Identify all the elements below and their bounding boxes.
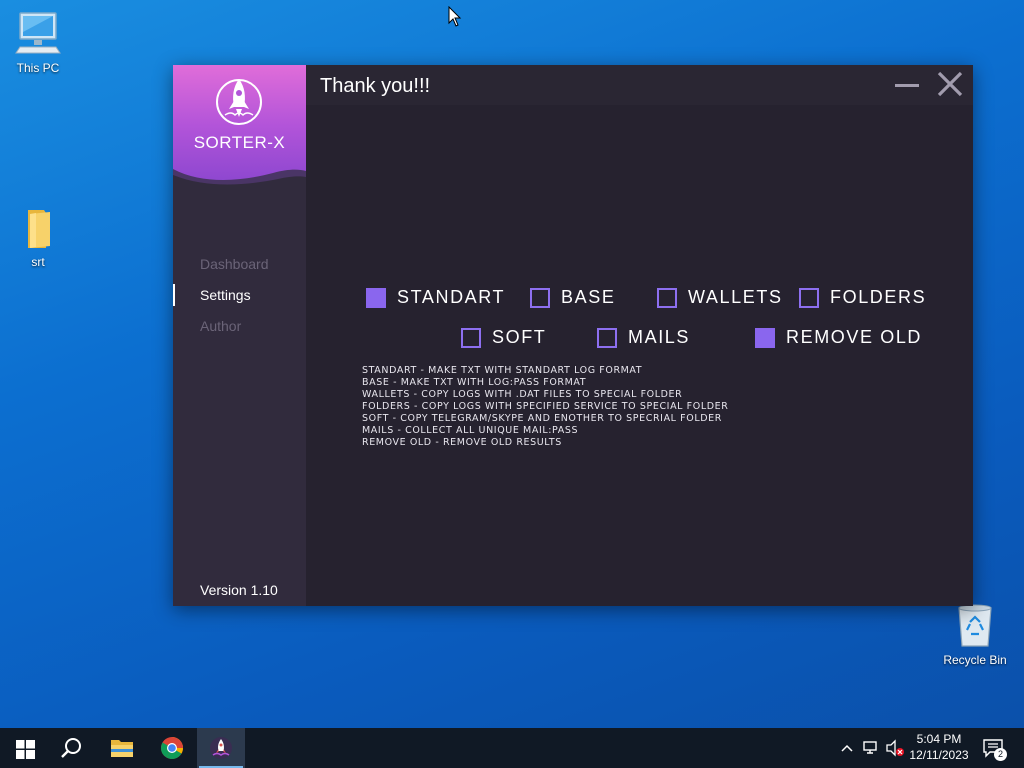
start-button[interactable]: [0, 728, 48, 768]
network-icon[interactable]: [862, 739, 880, 757]
checkbox-standart[interactable]: [366, 287, 386, 308]
windows-start-icon: [16, 740, 35, 759]
checkbox-base[interactable]: [530, 287, 550, 308]
checkbox-mails[interactable]: [597, 327, 617, 348]
clock[interactable]: 5:04 PM 12/11/2023: [909, 731, 969, 763]
checkbox-soft[interactable]: [461, 327, 481, 348]
search-icon: [61, 738, 81, 758]
taskbar-chrome[interactable]: [148, 728, 196, 768]
brand-name: SORTER-X: [193, 133, 286, 152]
file-explorer-icon: [111, 740, 133, 757]
option-base[interactable]: BASE: [530, 287, 615, 308]
sidebar-item-dashboard[interactable]: Dashboard: [200, 256, 269, 272]
description-line: MAILS - COLLECT ALL UNIQUE MAIL:PASS: [362, 425, 579, 436]
close-button[interactable]: [934, 71, 966, 99]
option-label: REMOVE OLD: [786, 327, 923, 347]
desktop-icon-label: Recycle Bin: [943, 653, 1007, 667]
options-description: STANDART - MAKE TXT WITH STANDART LOG FO…: [362, 365, 728, 449]
description-line: WALLETS - COPY LOGS WITH .DAT FILES TO S…: [362, 389, 683, 400]
option-mails[interactable]: MAILS: [597, 327, 690, 348]
minimize-button[interactable]: [892, 71, 924, 99]
desktop-icon-recycle-bin[interactable]: Recycle Bin: [943, 602, 1007, 667]
option-remove-old[interactable]: REMOVE OLD: [755, 327, 922, 348]
computer-icon: [15, 12, 61, 54]
recycle-bin-icon: [958, 604, 992, 647]
sidebar-item-author[interactable]: Author: [200, 318, 241, 334]
version-label: Version 1.10: [200, 582, 278, 598]
option-label: STANDART: [397, 287, 506, 307]
title-bar: Thank you!!!: [306, 65, 973, 105]
option-label: BASE: [561, 287, 616, 307]
option-label: MAILS: [628, 327, 691, 347]
folder-icon: [28, 210, 50, 248]
description-line: SOFT - COPY TELEGRAM/SKYPE AND ENOTHER T…: [362, 413, 722, 424]
desktop-icon-srt[interactable]: srt: [6, 208, 70, 269]
minimize-icon: [895, 84, 919, 87]
brand-wave-decoration: [173, 169, 306, 187]
desktop-icon-this-pc[interactable]: This PC: [6, 10, 70, 75]
option-folders[interactable]: FOLDERS: [799, 287, 926, 308]
description-line: STANDART - MAKE TXT WITH STANDART LOG FO…: [362, 365, 643, 376]
rocket-logo-icon: [216, 79, 262, 125]
checkbox-wallets[interactable]: [657, 287, 677, 308]
mouse-cursor-icon: [448, 6, 462, 27]
close-icon: [937, 71, 963, 97]
sidebar-item-settings[interactable]: Settings: [200, 287, 251, 303]
brand-header: SORTER-X: [173, 65, 306, 187]
option-label: WALLETS: [688, 287, 783, 307]
volume-muted-icon[interactable]: [885, 739, 905, 757]
notification-count-badge: 2: [994, 748, 1007, 761]
option-wallets[interactable]: WALLETS: [657, 287, 783, 308]
option-label: SOFT: [492, 327, 547, 347]
tray-overflow-chevron-icon[interactable]: [840, 742, 854, 754]
chrome-icon: [161, 737, 183, 759]
description-line: BASE - MAKE TXT WITH LOG:PASS FORMAT: [362, 377, 587, 388]
sorter-x-window: SORTER-X Dashboard Settings Author Versi…: [173, 65, 973, 606]
desktop-icon-label: This PC: [16, 61, 60, 75]
desktop-icon-label: srt: [31, 255, 45, 269]
sidebar: SORTER-X Dashboard Settings Author Versi…: [173, 65, 306, 606]
active-nav-indicator: [173, 284, 175, 306]
checkbox-folders[interactable]: [799, 287, 819, 308]
notification-center-button[interactable]: 2: [980, 736, 1010, 762]
search-button[interactable]: [48, 728, 96, 768]
taskbar-sorter-x[interactable]: [197, 728, 245, 768]
option-standart[interactable]: STANDART: [366, 287, 505, 308]
option-soft[interactable]: SOFT: [461, 327, 546, 348]
clock-date: 12/11/2023: [909, 748, 969, 762]
sorter-x-icon: [210, 737, 232, 759]
clock-time: 5:04 PM: [916, 732, 962, 746]
taskbar-file-explorer[interactable]: [98, 728, 146, 768]
taskbar: 5:04 PM 12/11/2023 2: [0, 728, 1024, 768]
option-label: FOLDERS: [830, 287, 927, 307]
window-title: Thank you!!!: [320, 75, 431, 97]
description-line: REMOVE OLD - REMOVE OLD RESULTS: [362, 437, 562, 448]
checkbox-remove-old[interactable]: [755, 327, 775, 348]
description-line: FOLDERS - COPY LOGS WITH SPECIFIED SERVI…: [362, 401, 729, 412]
